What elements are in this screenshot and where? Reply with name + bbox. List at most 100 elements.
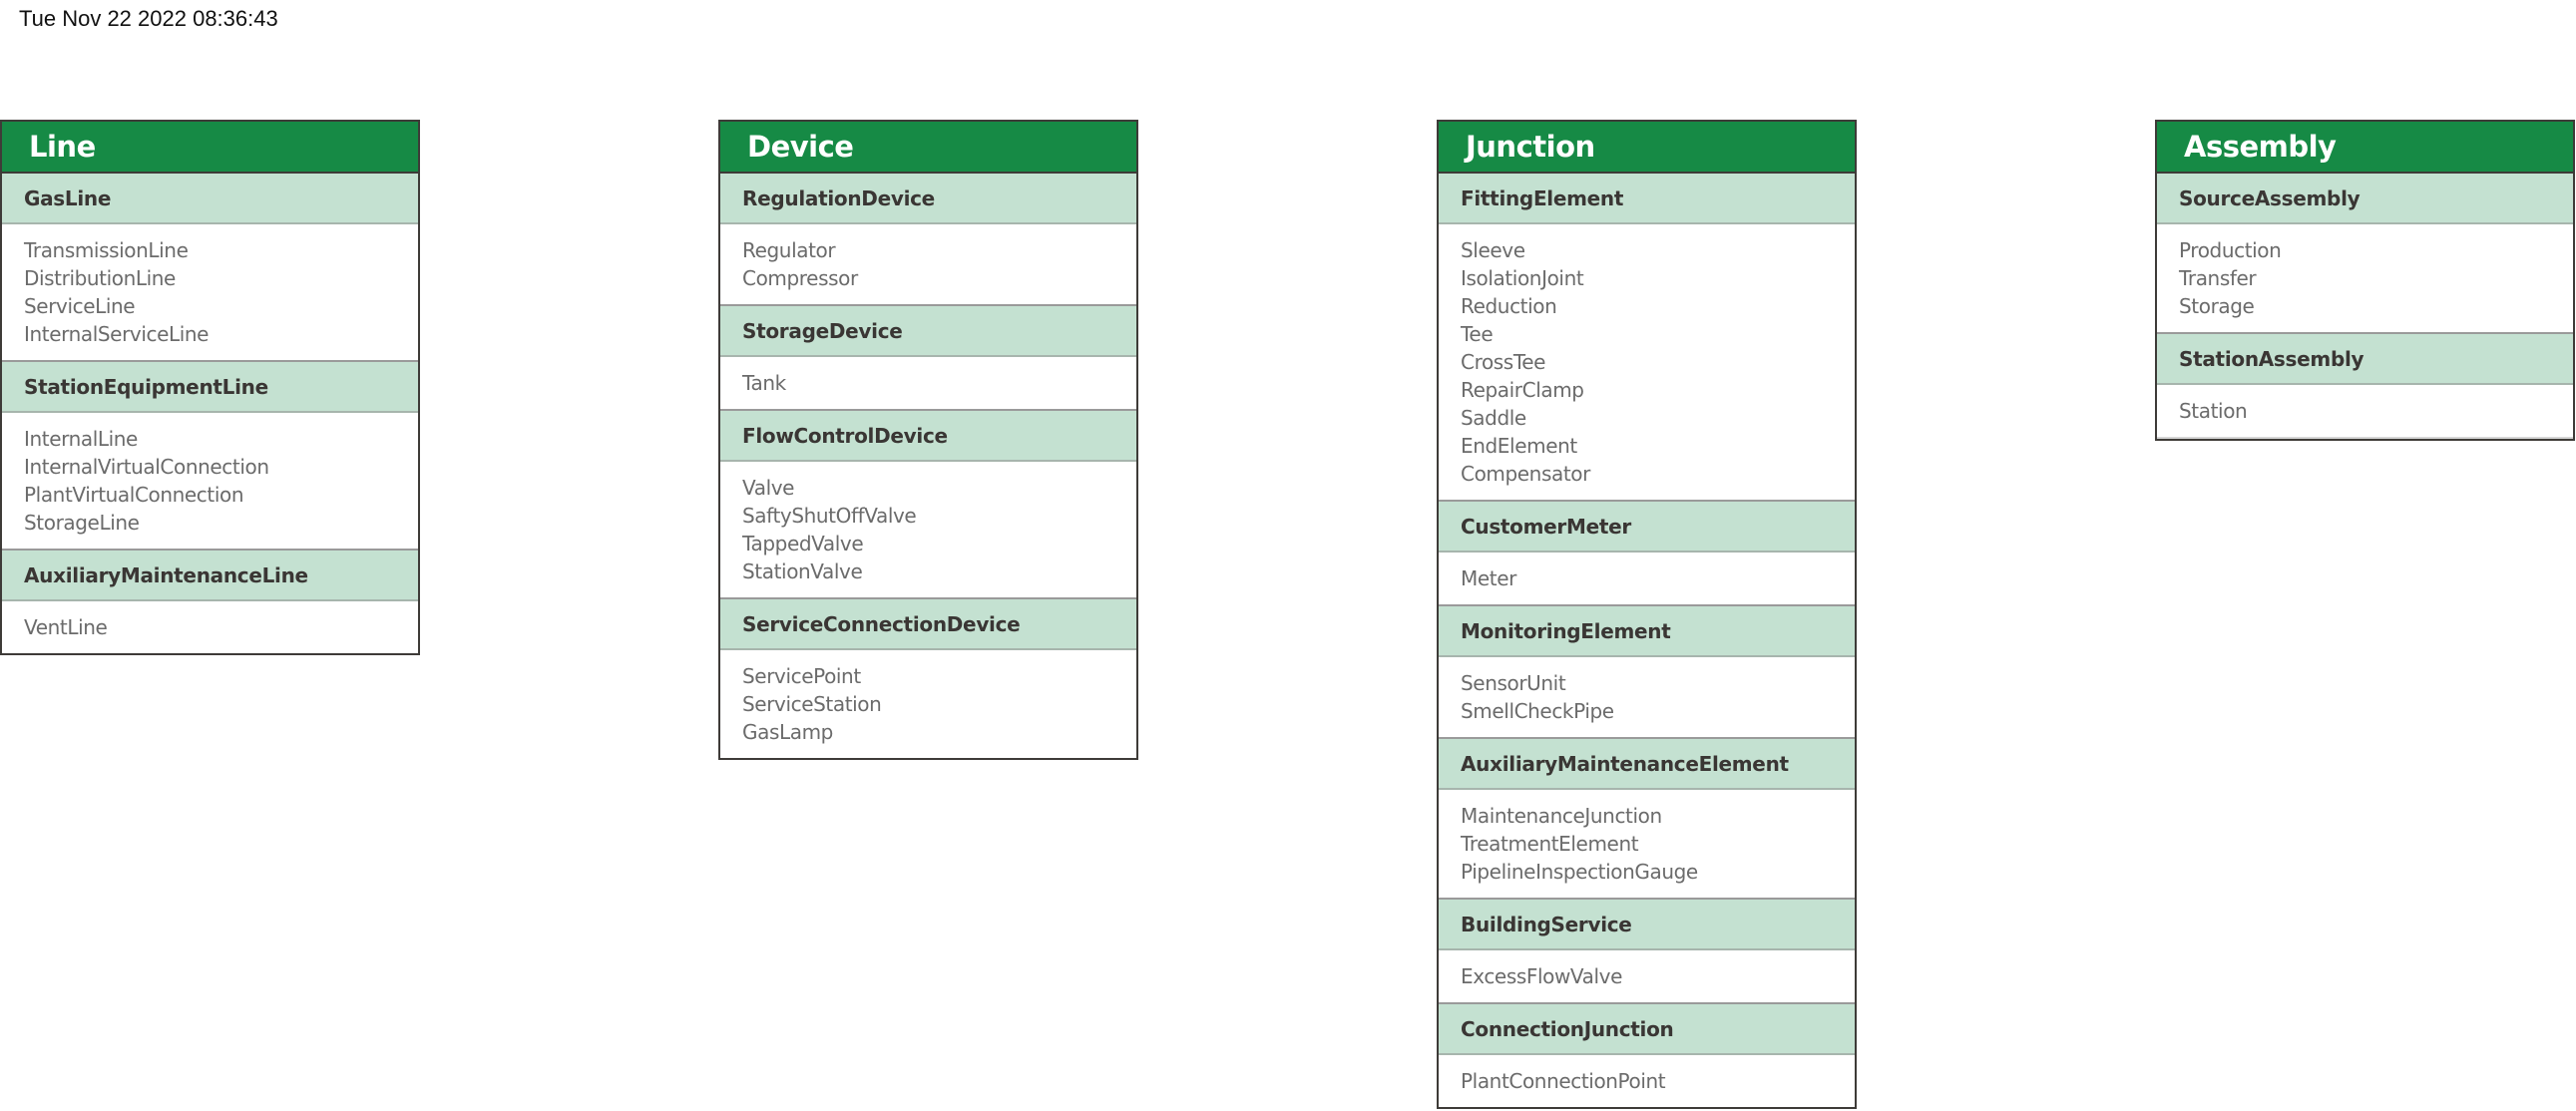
- subgroup-source-assembly: SourceAssembly Production Transfer Storage: [2157, 174, 2573, 334]
- subgroup-customer-meter: CustomerMeter Meter: [1439, 502, 1855, 606]
- list-item: TransmissionLine: [24, 238, 189, 262]
- list-item: Production: [2179, 238, 2282, 262]
- subgroup-header: BuildingService: [1439, 900, 1855, 950]
- subgroup-header: StationEquipmentLine: [2, 362, 418, 413]
- item-list: Meter: [1439, 553, 1855, 606]
- group-title: Line: [29, 130, 96, 164]
- list-item: Valve: [742, 476, 795, 500]
- subgroup-title: RegulationDevice: [742, 185, 935, 210]
- list-item: Tee: [1461, 322, 1494, 346]
- item-list: Sleeve IsolationJoint Reduction Tee CrossTee…: [1439, 224, 1855, 502]
- subgroup-header: AuxiliaryMaintenanceElement: [1439, 739, 1855, 790]
- group-title: Assembly: [2184, 130, 2337, 164]
- item-list: Regulator Compressor: [720, 224, 1136, 306]
- list-item: ServiceStation: [742, 692, 882, 716]
- group-title: Device: [747, 130, 854, 164]
- group-box-line: Line GasLine TransmissionLine DistributionL…: [0, 120, 420, 655]
- subgroup-title: StationAssembly: [2179, 346, 2364, 371]
- group-header: Line: [2, 122, 418, 174]
- subgroup-title: StationEquipmentLine: [24, 374, 268, 399]
- group-box-device: Device RegulationDevice Regulator Compresso…: [718, 120, 1138, 760]
- list-item: RepairClamp: [1461, 378, 1584, 402]
- group-header: Junction: [1439, 122, 1855, 174]
- list-item: PlantVirtualConnection: [24, 483, 244, 507]
- list-item: DistributionLine: [24, 266, 176, 290]
- list-item: SensorUnit: [1461, 671, 1566, 695]
- list-item: EndElement: [1461, 434, 1577, 458]
- subgroup-flow-control-device: FlowControlDevice Valve SaftyShutOffValve T…: [720, 411, 1136, 599]
- subgroup-fitting-element: FittingElement Sleeve IsolationJoint Reduct…: [1439, 174, 1855, 502]
- subgroup-header: ServiceConnectionDevice: [720, 599, 1136, 650]
- item-list: SensorUnit SmellCheckPipe: [1439, 657, 1855, 739]
- item-list: Station: [2157, 385, 2573, 439]
- item-list: MaintenanceJunction TreatmentElement Pipel…: [1439, 790, 1855, 900]
- list-item: Regulator: [742, 238, 836, 262]
- subgroup-station-equipment-line: StationEquipmentLine InternalLine Internal…: [2, 362, 418, 551]
- subgroup-monitoring-element: MonitoringElement SensorUnit SmellCheckPip…: [1439, 606, 1855, 739]
- subgroup-header: MonitoringElement: [1439, 606, 1855, 657]
- list-item: Storage: [2179, 294, 2255, 318]
- list-item: StationValve: [742, 559, 863, 583]
- item-list: ExcessFlowValve: [1439, 950, 1855, 1004]
- item-list: Tank: [720, 357, 1136, 411]
- list-item: TappedValve: [742, 532, 864, 556]
- list-item: Sleeve: [1461, 238, 1525, 262]
- list-item: SmellCheckPipe: [1461, 699, 1614, 723]
- subgroup-auxiliary-maintenance-element: AuxiliaryMaintenanceElement MaintenanceJu…: [1439, 739, 1855, 900]
- list-item: Tank: [742, 371, 786, 395]
- item-list: InternalLine InternalVirtualConnection Pla…: [2, 413, 418, 551]
- group-header: Device: [720, 122, 1136, 174]
- subgroup-auxiliary-maintenance-line: AuxiliaryMaintenanceLine VentLine: [2, 551, 418, 653]
- subgroup-title: MonitoringElement: [1461, 618, 1671, 643]
- subgroup-title: StorageDevice: [742, 318, 903, 343]
- item-list: PlantConnectionPoint: [1439, 1055, 1855, 1107]
- list-item: InternalLine: [24, 427, 138, 451]
- list-item: SaftyShutOffValve: [742, 504, 917, 528]
- group-title: Junction: [1466, 130, 1595, 164]
- timestamp: Tue Nov 22 2022 08:36:43: [19, 6, 278, 31]
- list-item: PipelineInspectionGauge: [1461, 860, 1698, 884]
- list-item: ExcessFlowValve: [1461, 964, 1622, 988]
- subgroup-header: ConnectionJunction: [1439, 1004, 1855, 1055]
- subgroup-station-assembly: StationAssembly Station: [2157, 334, 2573, 439]
- subgroup-title: FlowControlDevice: [742, 423, 948, 448]
- list-item: ServicePoint: [742, 664, 861, 688]
- subgroup-title: AuxiliaryMaintenanceLine: [24, 562, 308, 587]
- subgroup-header: FittingElement: [1439, 174, 1855, 224]
- list-item: CrossTee: [1461, 350, 1546, 374]
- list-item: Compressor: [742, 266, 858, 290]
- subgroup-title: GasLine: [24, 185, 112, 210]
- subgroup-title: ServiceConnectionDevice: [742, 611, 1021, 636]
- subgroup-connection-junction: ConnectionJunction PlantConnectionPoint: [1439, 1004, 1855, 1107]
- list-item: Station: [2179, 399, 2248, 423]
- list-item: TreatmentElement: [1461, 832, 1639, 856]
- subgroup-title: BuildingService: [1461, 912, 1632, 936]
- subgroup-header: AuxiliaryMaintenanceLine: [2, 551, 418, 601]
- item-list: ServicePoint ServiceStation GasLamp: [720, 650, 1136, 758]
- subgroup-title: FittingElement: [1461, 185, 1624, 210]
- subgroup-building-service: BuildingService ExcessFlowValve: [1439, 900, 1855, 1004]
- list-item: InternalVirtualConnection: [24, 455, 269, 479]
- list-item: Compensator: [1461, 462, 1590, 486]
- list-item: IsolationJoint: [1461, 266, 1584, 290]
- list-item: ServiceLine: [24, 294, 136, 318]
- group-box-assembly: Assembly SourceAssembly Production Transfer…: [2155, 120, 2575, 441]
- subgroup-title: AuxiliaryMaintenanceElement: [1461, 751, 1789, 776]
- subgroup-storage-device: StorageDevice Tank: [720, 306, 1136, 411]
- list-item: GasLamp: [742, 720, 833, 744]
- subgroup-service-connection-device: ServiceConnectionDevice ServicePoint Servi…: [720, 599, 1136, 758]
- group-header: Assembly: [2157, 122, 2573, 174]
- list-item: VentLine: [24, 615, 108, 639]
- subgroup-header: StorageDevice: [720, 306, 1136, 357]
- subgroup-header: SourceAssembly: [2157, 174, 2573, 224]
- list-item: Meter: [1461, 566, 1516, 590]
- list-item: Reduction: [1461, 294, 1557, 318]
- list-item: StorageLine: [24, 511, 140, 535]
- list-item: Transfer: [2179, 266, 2257, 290]
- subgroup-regulation-device: RegulationDevice Regulator Compressor: [720, 174, 1136, 306]
- item-list: Valve SaftyShutOffValve TappedValve Station…: [720, 462, 1136, 599]
- list-item: InternalServiceLine: [24, 322, 210, 346]
- list-item: MaintenanceJunction: [1461, 804, 1662, 828]
- subgroup-header: RegulationDevice: [720, 174, 1136, 224]
- list-item: Saddle: [1461, 406, 1526, 430]
